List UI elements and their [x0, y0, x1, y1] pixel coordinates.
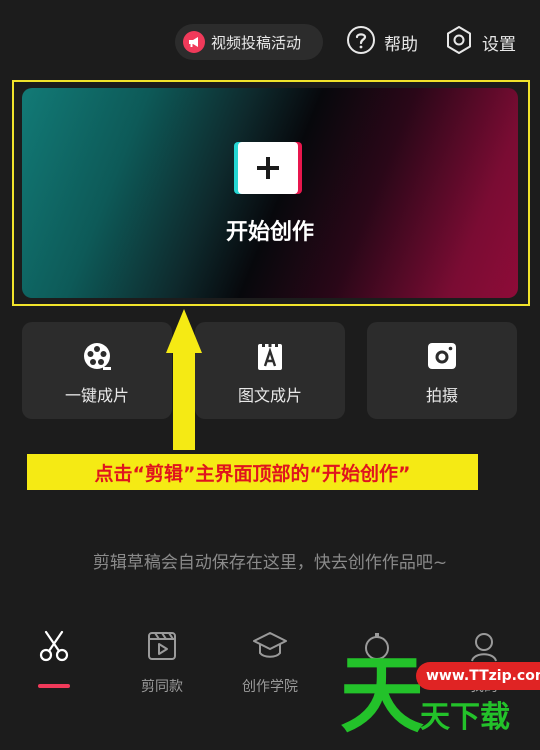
shoot-label: 拍摄 [425, 386, 458, 405]
watermark-subtitle: 天下载 [420, 700, 510, 735]
text-to-video-icon [254, 340, 286, 372]
nav-item-academy[interactable]: 创作学院 [220, 620, 320, 696]
watermark-url: www.TTzip.com [416, 662, 540, 690]
active-tab-indicator [38, 684, 70, 688]
shoot-button[interactable]: 拍摄 [367, 322, 517, 419]
one-click-video-label: 一键成片 [64, 386, 129, 405]
nav-item-templates[interactable]: 剪同款 [112, 620, 212, 696]
megaphone-icon [183, 31, 205, 53]
site-watermark: 天 www.TTzip.com 天下载 [340, 646, 540, 750]
annotation-arrow-head [166, 309, 202, 353]
one-click-video-button[interactable]: 一键成片 [22, 322, 172, 419]
graduation-cap-icon [252, 620, 288, 672]
start-creation-label: 开始创作 [225, 220, 314, 245]
settings-label: 设置 [482, 34, 516, 55]
annotation-text: 点击“剪辑”主界面顶部的“开始创作” [94, 462, 411, 485]
nav-label-academy: 创作学院 [242, 679, 298, 695]
image-text-video-button[interactable]: 图文成片 [195, 322, 345, 419]
nav-item-edit[interactable] [4, 620, 104, 688]
plus-icon [238, 142, 298, 194]
promo-activity-label: 视频投稿活动 [211, 33, 302, 52]
promo-activity-button[interactable]: 视频投稿活动 [175, 24, 323, 60]
watermark-big-char: 天 [340, 646, 425, 744]
film-reel-icon [81, 340, 113, 372]
top-bar: 视频投稿活动 帮助 设置 [0, 0, 540, 80]
settings-button[interactable]: 设置 [444, 24, 516, 60]
scissors-icon [37, 620, 71, 672]
question-icon [346, 25, 376, 59]
annotation-callout: 点击“剪辑”主界面顶部的“开始创作” [25, 452, 480, 492]
template-icon [146, 620, 178, 672]
gear-icon [444, 25, 474, 59]
help-label: 帮助 [384, 34, 418, 55]
annotation-arrow [173, 350, 195, 450]
camera-icon [426, 340, 458, 372]
image-text-video-label: 图文成片 [237, 386, 302, 405]
help-button[interactable]: 帮助 [346, 24, 418, 60]
start-creation-button[interactable]: 开始创作 [22, 88, 518, 298]
nav-label-templates: 剪同款 [141, 679, 183, 695]
empty-drafts-hint: 剪辑草稿会自动保存在这里，快去创作作品吧~ [92, 553, 448, 573]
